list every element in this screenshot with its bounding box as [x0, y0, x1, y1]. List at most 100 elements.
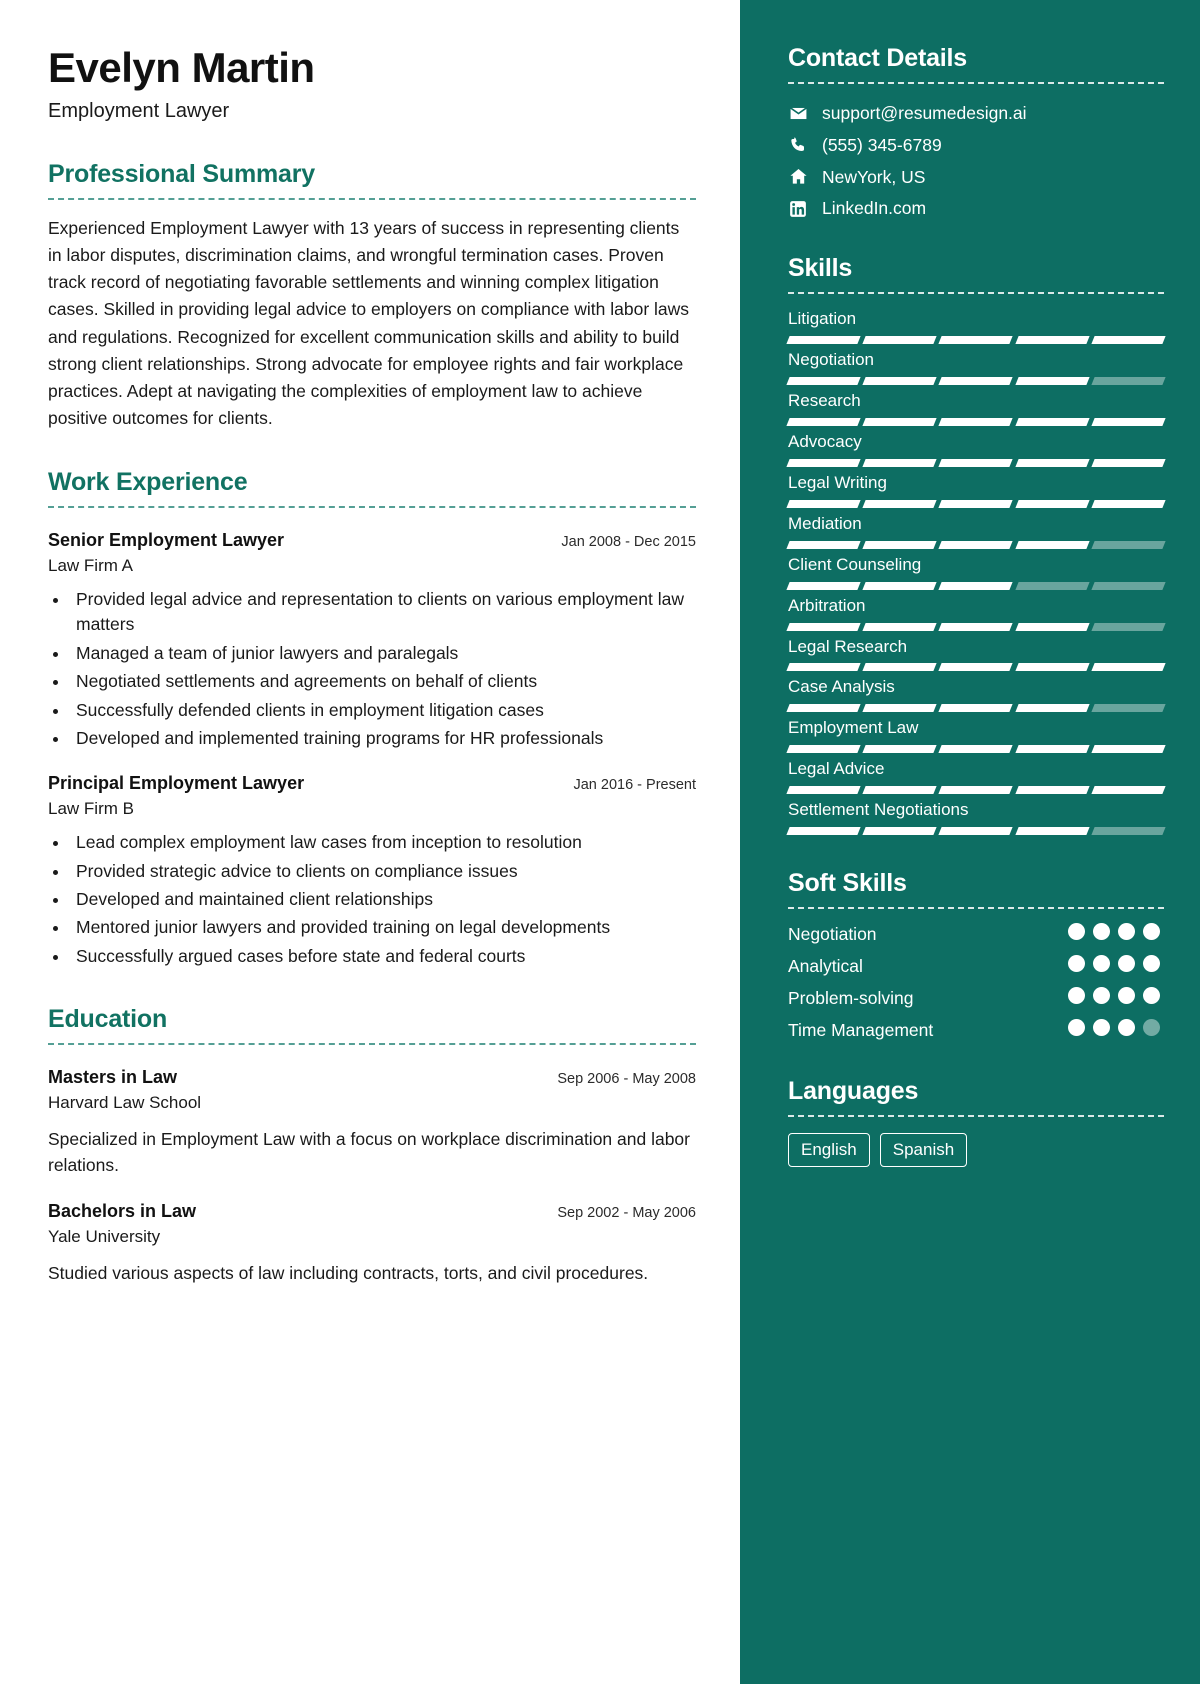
- work-bullet: Developed and maintained client relation…: [70, 887, 696, 912]
- soft-skill-dot: [1143, 1019, 1160, 1037]
- contact-list: support@resumedesign.ai (555) 345-6789 New…: [788, 102, 1164, 220]
- contact-item[interactable]: LinkedIn.com: [788, 197, 1164, 220]
- work-bullet: Mentored junior lawyers and provided tra…: [70, 915, 696, 940]
- section-education: Education Masters in Law Sep 2006 - May 2…: [48, 1005, 696, 1286]
- section-title-contact: Contact Details: [788, 44, 967, 72]
- education-entry-header: Masters in Law Sep 2006 - May 2008: [48, 1067, 696, 1088]
- skill-segment: [1014, 622, 1090, 631]
- skill-segment: [1091, 786, 1166, 795]
- education-entry-header: Bachelors in Law Sep 2002 - May 2006: [48, 1201, 696, 1222]
- sidebar: Contact Details support@resumedesign.ai (…: [740, 0, 1200, 1684]
- soft-skill-dot: [1068, 987, 1085, 1005]
- skill-segment: [1014, 499, 1090, 508]
- skill-segment: [1091, 376, 1166, 385]
- skill-segment: [1091, 581, 1166, 590]
- skill-level-bar: [786, 499, 1166, 508]
- soft-skill-dot: [1118, 923, 1135, 941]
- soft-skill-item: Analytical: [788, 955, 1164, 978]
- skill-level-bar: [786, 417, 1166, 426]
- work-job-title: Principal Employment Lawyer: [48, 773, 305, 794]
- skill-label: Case Analysis: [788, 677, 895, 697]
- skill-segment: [1091, 704, 1166, 713]
- divider: [788, 1114, 1164, 1117]
- work-entry: Senior Employment Lawyer Jan 2008 - Dec 2…: [48, 530, 696, 751]
- skill-segment: [1014, 663, 1090, 672]
- contact-item[interactable]: support@resumedesign.ai: [788, 102, 1164, 125]
- soft-skill-label: Analytical: [788, 956, 863, 977]
- skill-level-bar: [786, 786, 1166, 795]
- skill-segment: [1091, 458, 1166, 467]
- skill-segment: [938, 581, 1014, 590]
- soft-skill-dot: [1118, 955, 1135, 973]
- skill-label: Employment Law: [788, 718, 919, 738]
- skill-segment: [1091, 335, 1166, 344]
- soft-skill-label: Negotiation: [788, 924, 877, 945]
- skill-segment: [1091, 417, 1166, 426]
- contact-item[interactable]: NewYork, US: [788, 166, 1164, 189]
- skill-segment: [1091, 827, 1166, 836]
- skill-item: Mediation: [786, 513, 1166, 549]
- contact-value: (555) 345-6789: [822, 134, 942, 155]
- soft-skill-dot: [1143, 987, 1160, 1005]
- skill-segment: [1014, 376, 1090, 385]
- contact-item[interactable]: (555) 345-6789: [788, 134, 1164, 157]
- language-tag: Spanish: [879, 1132, 968, 1167]
- main-column: Evelyn Martin Employment Lawyer Professi…: [0, 0, 740, 1684]
- skill-segment: [862, 458, 938, 467]
- skill-segment: [1014, 786, 1090, 795]
- divider: [788, 82, 1164, 84]
- skill-item: Client Counseling: [786, 554, 1166, 590]
- skill-segment: [786, 745, 861, 754]
- work-bullet: Provided legal advice and representation…: [70, 587, 696, 638]
- skill-segment: [1091, 622, 1166, 631]
- skill-label: Arbitration: [788, 595, 866, 615]
- soft-skills-list: Negotiation Analytical Problem-solving Time…: [788, 923, 1164, 1042]
- skill-segment: [938, 663, 1014, 672]
- work-job-title: Senior Employment Lawyer: [48, 530, 285, 551]
- skill-segment: [786, 622, 861, 631]
- soft-skill-dot: [1068, 1019, 1085, 1037]
- soft-skill-dot: [1093, 987, 1110, 1005]
- skill-segment: [786, 581, 861, 590]
- skill-level-bar: [786, 704, 1166, 713]
- skill-level-bar: [786, 827, 1166, 836]
- skill-item: Research: [786, 390, 1166, 426]
- skill-segment: [786, 540, 861, 549]
- divider: [48, 506, 696, 509]
- skill-label: Legal Research: [788, 636, 908, 656]
- skill-segment: [938, 704, 1014, 713]
- skill-segment: [862, 499, 938, 508]
- skill-item: Legal Research: [786, 636, 1166, 672]
- skill-segment: [786, 417, 861, 426]
- work-bullet-list: Provided legal advice and representation…: [70, 587, 696, 751]
- skill-segment: [1014, 540, 1090, 549]
- skill-segment: [938, 622, 1014, 631]
- work-bullet: Successfully defended clients in employm…: [70, 698, 696, 723]
- skill-label: Mediation: [788, 513, 862, 533]
- work-bullet: Managed a team of junior lawyers and par…: [70, 641, 696, 666]
- education-entry-list: Masters in Law Sep 2006 - May 2008 Harvard…: [48, 1067, 696, 1286]
- skill-level-bar: [786, 622, 1166, 631]
- work-bullet: Lead complex employment law cases from i…: [70, 830, 696, 855]
- divider: [788, 907, 1164, 910]
- skill-item: Employment Law: [786, 717, 1166, 754]
- work-bullet: Successfully argued cases before state a…: [70, 944, 696, 969]
- skill-segment: [862, 745, 938, 754]
- home-icon: [788, 167, 808, 186]
- work-entry-header: Principal Employment Lawyer Jan 2016 - Pr…: [48, 773, 696, 794]
- work-entry-header: Senior Employment Lawyer Jan 2008 - Dec 2…: [48, 530, 696, 551]
- soft-skill-dot: [1068, 923, 1085, 941]
- skill-label: Negotiation: [788, 349, 875, 369]
- soft-skill-item: Time Management: [788, 1019, 1164, 1042]
- work-company: Law Firm B: [48, 799, 134, 819]
- skill-segment: [862, 704, 938, 713]
- skill-segment: [1014, 827, 1090, 836]
- linkedin-icon: [788, 200, 808, 218]
- work-date-range: Jan 2008 - Dec 2015: [561, 534, 696, 551]
- skill-segment: [1014, 745, 1090, 754]
- education-date-range: Sep 2006 - May 2008: [557, 1071, 696, 1088]
- section-title-languages: Languages: [788, 1076, 919, 1105]
- header-block: Evelyn Martin Employment Lawyer: [48, 44, 696, 124]
- skills-list: Litigation Negotiation Research Advocacy Leg…: [786, 308, 1166, 836]
- skill-segment: [938, 540, 1014, 549]
